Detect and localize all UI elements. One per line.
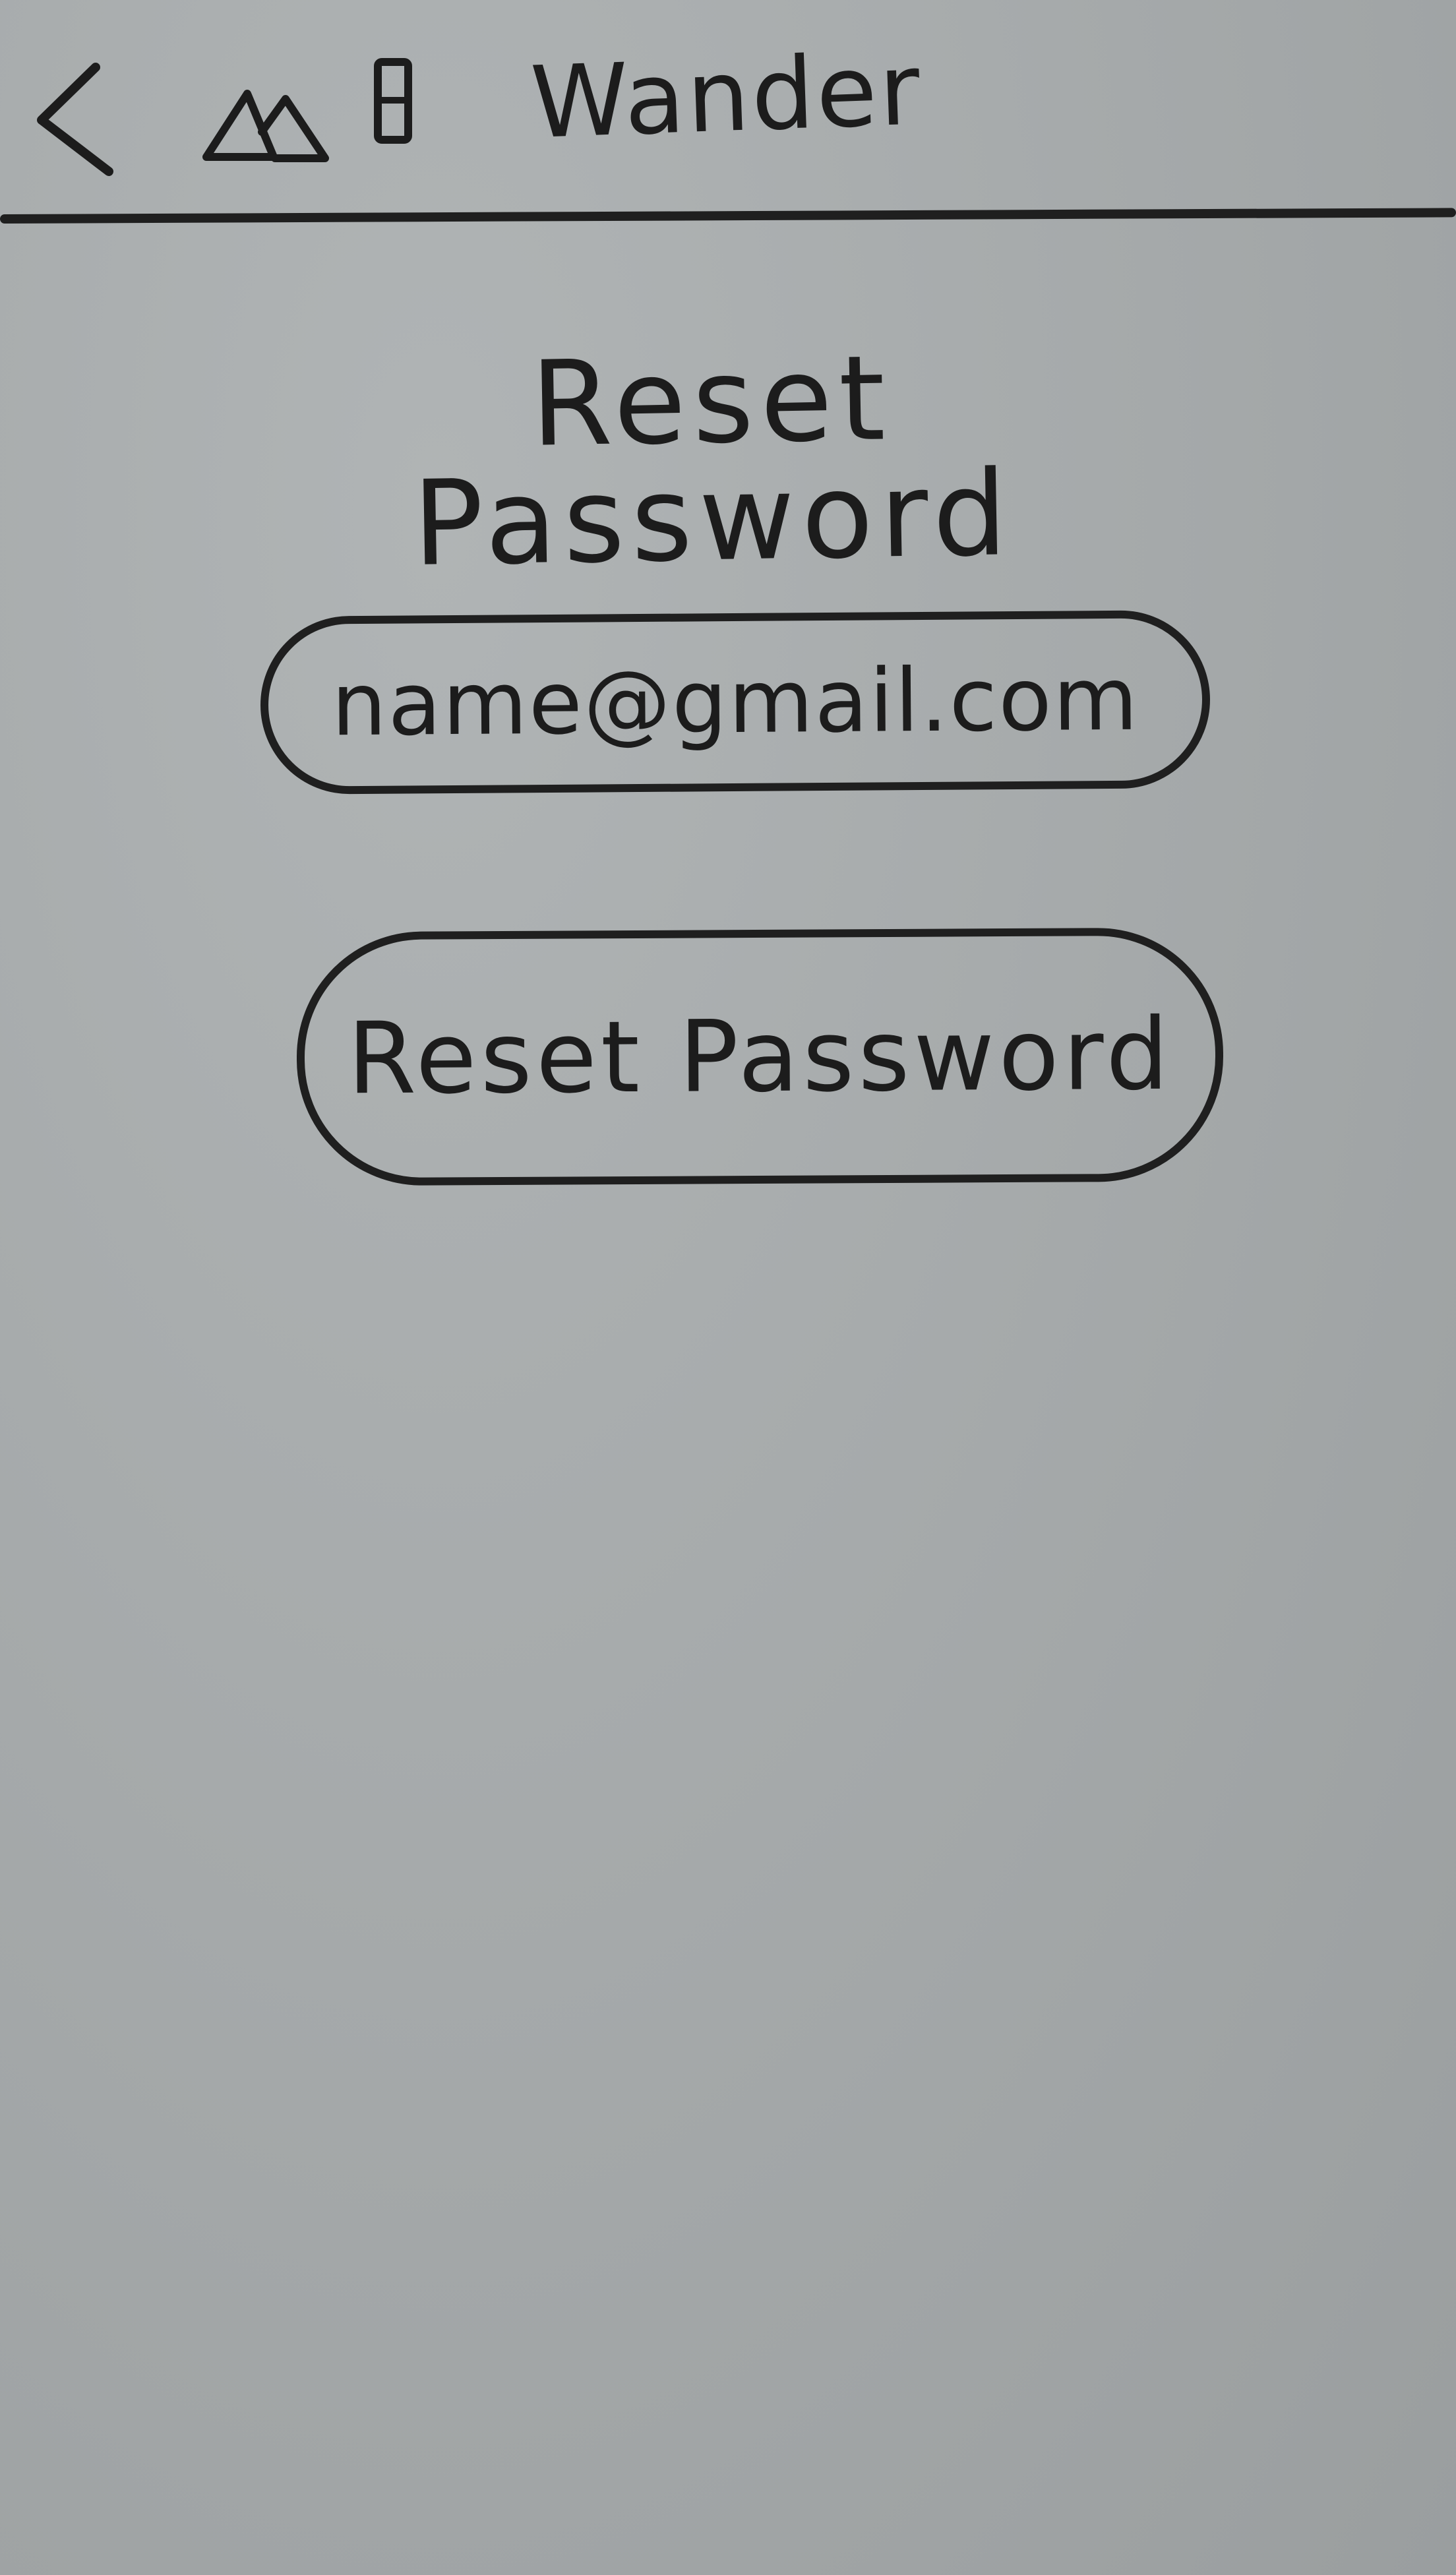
app-header: Wander — [0, 0, 1456, 224]
mountain-logo-icon — [202, 58, 412, 162]
email-field[interactable]: name@gmail.com — [260, 609, 1211, 795]
reset-password-button-label: Reset Password — [347, 997, 1173, 1116]
back-chevron-icon[interactable] — [23, 59, 122, 178]
page-title: Reset Password — [411, 330, 1015, 592]
header-divider — [0, 208, 1456, 224]
reset-password-button[interactable]: Reset Password — [296, 927, 1224, 1186]
app-title: Wander — [528, 32, 924, 161]
email-value: name@gmail.com — [331, 648, 1139, 756]
